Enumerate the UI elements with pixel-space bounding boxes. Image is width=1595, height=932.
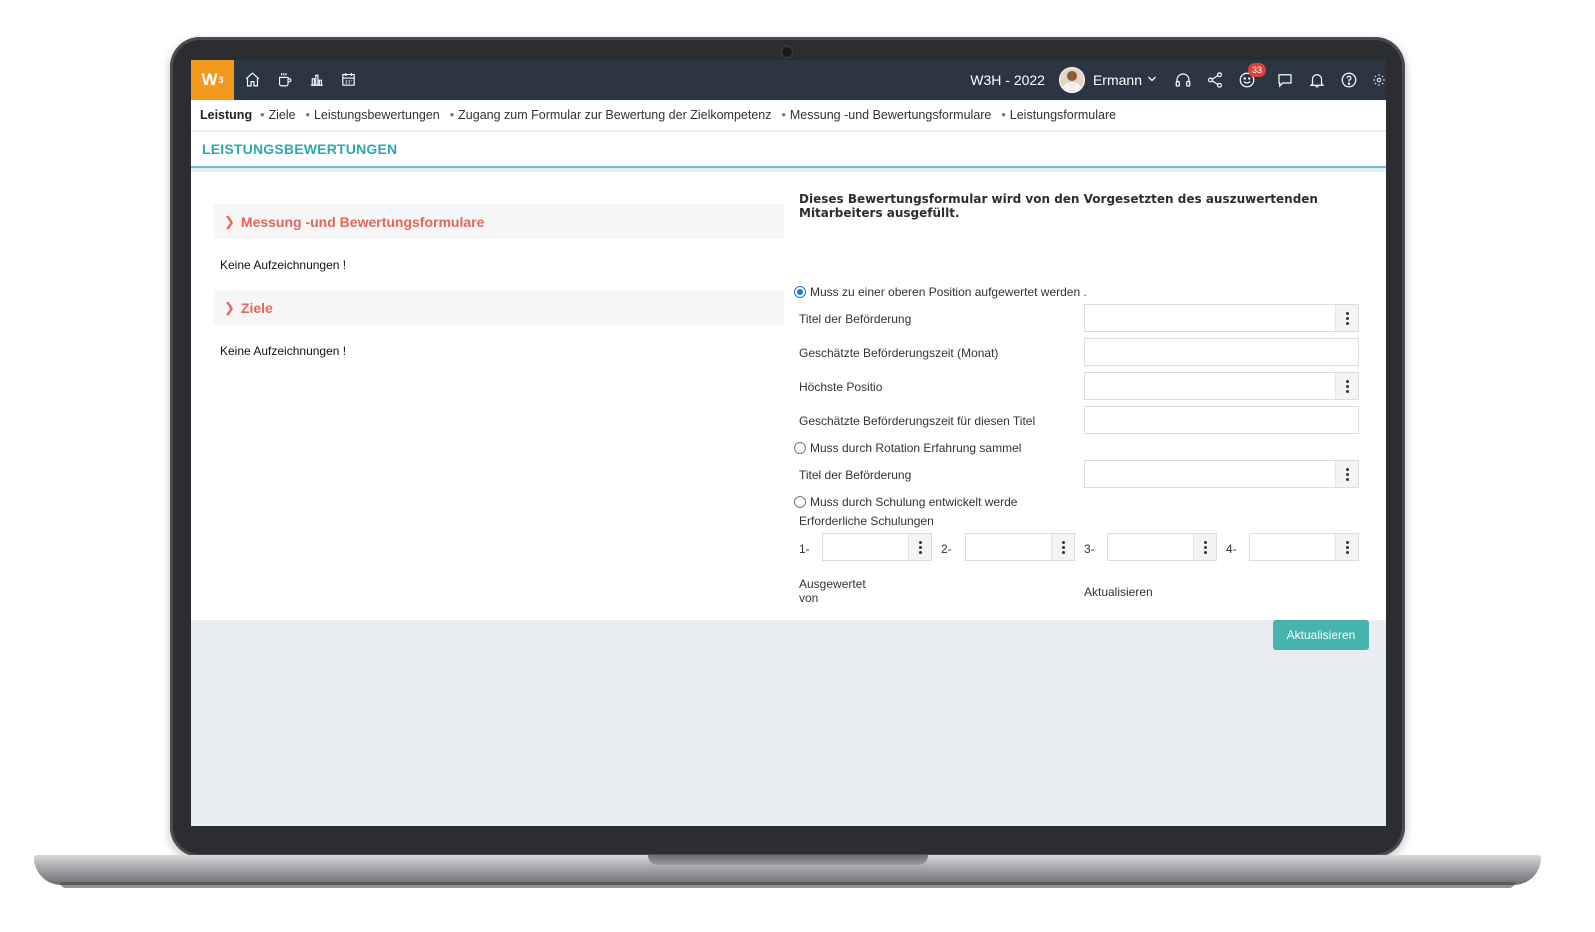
rotation-title-input[interactable] bbox=[1084, 460, 1359, 488]
evaluated-by-label: Ausgewertet von bbox=[799, 577, 866, 605]
home-icon[interactable] bbox=[243, 70, 261, 88]
empty-note: Keine Aufzeichnungen ! bbox=[220, 258, 347, 272]
update-button[interactable]: Aktualisieren bbox=[1273, 620, 1369, 650]
gear-icon[interactable] bbox=[1372, 71, 1386, 89]
training-number: 1- bbox=[799, 542, 810, 556]
radio-option-promotion[interactable]: Muss zu einer oberen Position aufgewerte… bbox=[794, 285, 1087, 299]
top-right-area: W3H - 2022 Ermann 33 bbox=[970, 60, 1386, 100]
more-menu-button[interactable] bbox=[908, 534, 931, 560]
radio-option-training[interactable]: Muss durch Schulung entwickelt werde bbox=[794, 495, 1017, 509]
bell-icon[interactable] bbox=[1308, 71, 1326, 89]
breadcrumb-separator: • bbox=[260, 108, 265, 122]
breadcrumb-item[interactable]: Ziele bbox=[268, 108, 295, 122]
title-band: LEISTUNGSBEWERTUNGEN bbox=[191, 132, 1386, 168]
chat-icon[interactable] bbox=[1276, 71, 1294, 89]
avatar[interactable] bbox=[1058, 67, 1085, 93]
radio-label: Muss durch Schulung entwickelt werde bbox=[810, 495, 1018, 509]
section-label: Ziele bbox=[240, 299, 273, 316]
breadcrumb-separator: • bbox=[305, 108, 310, 122]
camera-icon bbox=[780, 45, 794, 59]
screen: W3 W3H - 2022 Ermann 33 Leistung • Ziele… bbox=[191, 60, 1386, 826]
training-number: 3- bbox=[1084, 542, 1095, 556]
main-content: ❯ Messung -und Bewertungsformulare Keine… bbox=[191, 172, 1386, 650]
breadcrumb-separator: • bbox=[1001, 108, 1006, 122]
training-input-4[interactable] bbox=[1249, 533, 1359, 561]
promotion-title-input[interactable] bbox=[1084, 304, 1359, 332]
smiley-icon[interactable]: 33 bbox=[1238, 63, 1267, 89]
page-title: LEISTUNGSBEWERTUNGEN bbox=[202, 141, 398, 157]
breadcrumb-item[interactable]: Zugang zum Formular zur Bewertung der Zi… bbox=[458, 108, 771, 122]
title-time-input[interactable] bbox=[1084, 406, 1359, 434]
section-label: Messung -und Bewertungsformulare bbox=[240, 213, 485, 230]
breadcrumb-item[interactable]: Leistungsbewertungen bbox=[314, 108, 440, 122]
empty-note: Keine Aufzeichnungen ! bbox=[220, 344, 347, 358]
help-icon[interactable] bbox=[1340, 71, 1358, 89]
year-label[interactable]: W3H - 2022 bbox=[970, 72, 1045, 88]
calendar-icon[interactable] bbox=[339, 70, 357, 88]
user-name[interactable]: Ermann bbox=[1093, 72, 1142, 88]
more-menu-button[interactable] bbox=[1335, 534, 1358, 560]
headset-icon[interactable] bbox=[1174, 71, 1192, 89]
radio-button[interactable] bbox=[794, 496, 806, 508]
coffee-icon[interactable] bbox=[275, 70, 293, 88]
radio-option-rotation[interactable]: Muss durch Rotation Erfahrung sammel bbox=[794, 441, 1021, 455]
chevron-right-icon: ❯ bbox=[224, 213, 235, 229]
training-number: 2- bbox=[941, 542, 952, 556]
promotion-time-input[interactable] bbox=[1084, 338, 1359, 366]
more-menu-button[interactable] bbox=[1335, 305, 1358, 331]
section-header-measurement-forms[interactable]: ❯ Messung -und Bewertungsformulare bbox=[214, 204, 784, 239]
app-logo[interactable]: W3 bbox=[191, 60, 234, 100]
laptop-bottom bbox=[60, 882, 1515, 888]
radio-button[interactable] bbox=[794, 286, 806, 298]
field-label: Titel der Beförderung bbox=[799, 468, 912, 482]
training-input-1[interactable] bbox=[822, 533, 932, 561]
field-label: Titel der Beförderung bbox=[799, 312, 912, 326]
highest-position-input[interactable] bbox=[1084, 372, 1359, 400]
field-label: Erforderliche Schulungen bbox=[799, 514, 934, 528]
top-navbar: W3 W3H - 2022 Ermann 33 bbox=[191, 60, 1386, 100]
radio-button[interactable] bbox=[794, 442, 806, 454]
breadcrumb: Leistung • Ziele • Leistungsbewertungen … bbox=[191, 100, 1386, 130]
training-input-3[interactable] bbox=[1107, 533, 1217, 561]
radio-label: Muss durch Rotation Erfahrung sammel bbox=[810, 441, 1022, 455]
breadcrumb-separator: • bbox=[449, 108, 455, 122]
breadcrumb-item[interactable]: Leistung bbox=[200, 108, 252, 122]
breadcrumb-item[interactable]: Messung -und Bewertungsformulare bbox=[790, 108, 992, 122]
more-menu-button[interactable] bbox=[1335, 461, 1358, 487]
field-label: Geschätzte Beförderungszeit für diesen T… bbox=[799, 414, 1036, 428]
share-icon[interactable] bbox=[1206, 71, 1224, 89]
more-menu-button[interactable] bbox=[1193, 534, 1216, 560]
breadcrumb-separator: • bbox=[781, 108, 786, 122]
training-number: 4- bbox=[1226, 542, 1237, 556]
updated-label: Aktualisieren bbox=[1084, 585, 1153, 599]
chevron-right-icon: ❯ bbox=[224, 299, 235, 315]
field-label: Höchste Positio bbox=[799, 380, 883, 394]
more-menu-button[interactable] bbox=[1051, 534, 1074, 560]
field-label: Geschätzte Beförderungszeit (Monat) bbox=[799, 346, 999, 360]
more-menu-button[interactable] bbox=[1335, 373, 1358, 399]
notification-badge: 33 bbox=[1248, 63, 1267, 77]
training-input-2[interactable] bbox=[965, 533, 1075, 561]
bar-chart-icon[interactable] bbox=[307, 70, 325, 88]
section-header-goals[interactable]: ❯ Ziele bbox=[214, 290, 784, 325]
breadcrumb-item[interactable]: Leistungsformulare bbox=[1010, 108, 1116, 122]
radio-label: Muss zu einer oberen Position aufgewerte… bbox=[810, 285, 1087, 299]
form-title: Dieses Bewertungsformular wird von den V… bbox=[799, 192, 1318, 220]
chevron-down-icon[interactable] bbox=[1146, 73, 1158, 88]
nav-icons bbox=[243, 70, 357, 88]
laptop-notch bbox=[648, 855, 928, 865]
